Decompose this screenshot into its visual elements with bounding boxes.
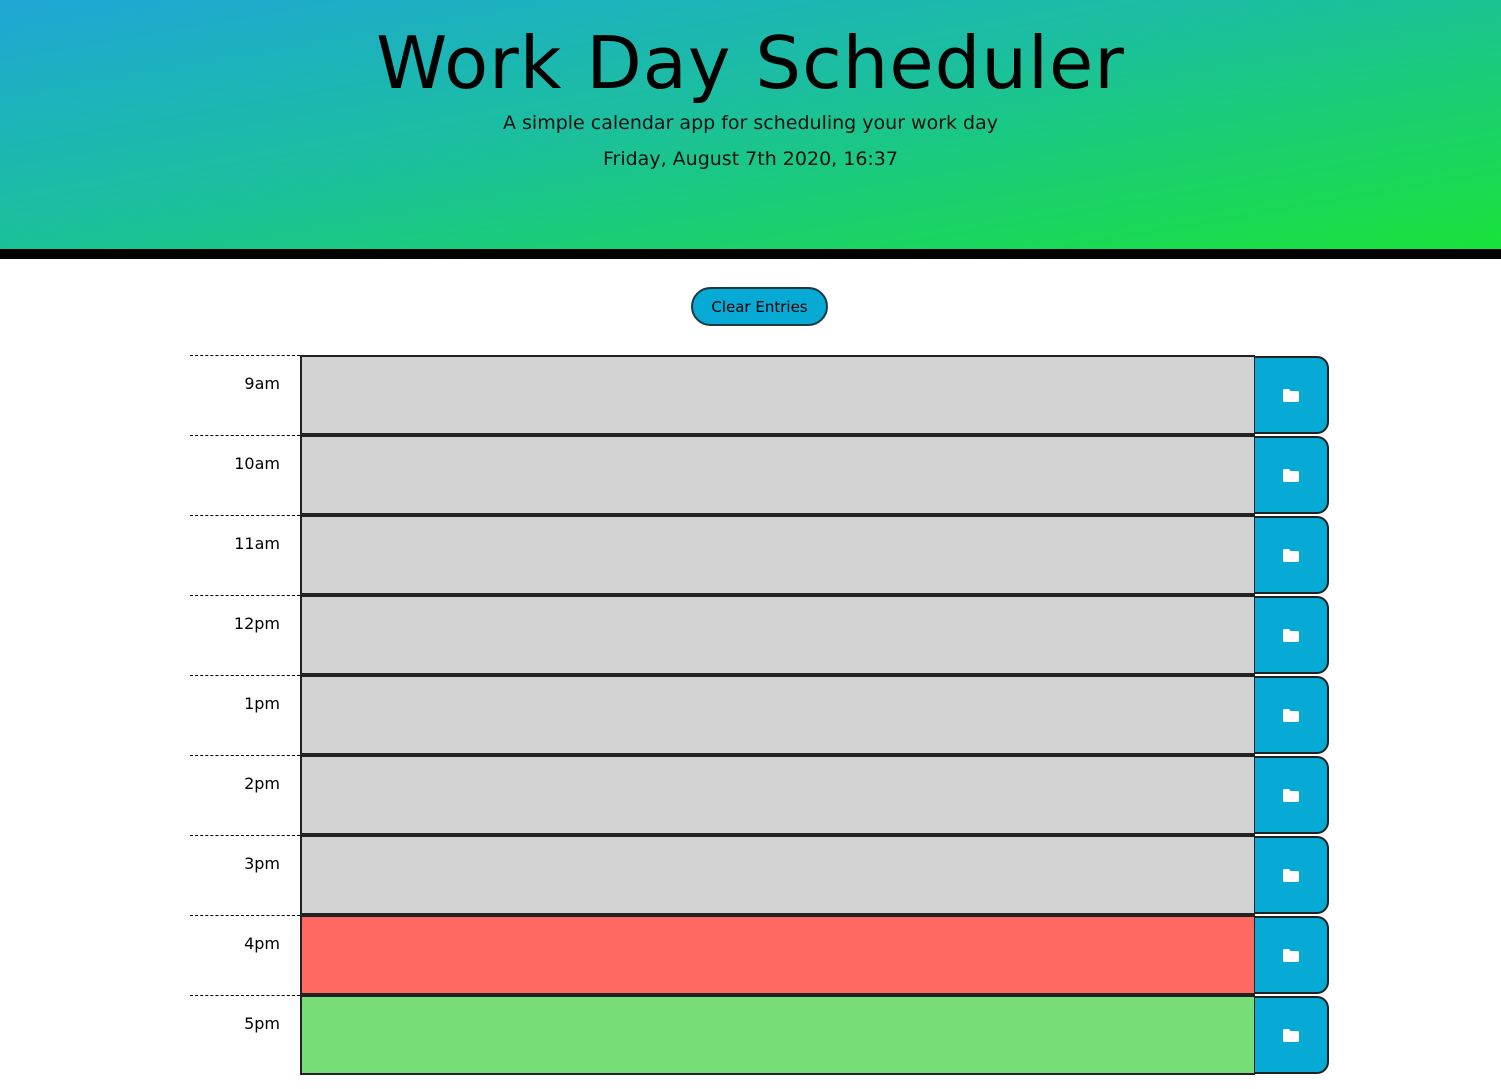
hour-label: 5pm xyxy=(190,995,300,1075)
hour-label: 2pm xyxy=(190,755,300,835)
save-button[interactable] xyxy=(1254,596,1329,674)
clear-entries-button[interactable]: Clear Entries xyxy=(691,287,828,326)
event-description-input[interactable] xyxy=(300,355,1255,435)
event-description-input[interactable] xyxy=(300,435,1255,515)
hour-label: 12pm xyxy=(190,595,300,675)
save-button[interactable] xyxy=(1254,436,1329,514)
folder-icon xyxy=(1283,948,1299,962)
time-block-row: 2pm xyxy=(190,755,1330,835)
time-block-row: 4pm xyxy=(190,915,1330,995)
time-block-row: 3pm xyxy=(190,835,1330,915)
hour-label: 1pm xyxy=(190,675,300,755)
event-description-input[interactable] xyxy=(300,675,1255,755)
folder-icon xyxy=(1283,788,1299,802)
jumbotron: Work Day Scheduler A simple calendar app… xyxy=(0,0,1501,249)
save-button[interactable] xyxy=(1254,756,1329,834)
hour-label: 10am xyxy=(190,435,300,515)
time-block-row: 10am xyxy=(190,435,1330,515)
folder-icon xyxy=(1283,1028,1299,1042)
save-button[interactable] xyxy=(1254,996,1329,1074)
event-description-input[interactable] xyxy=(300,595,1255,675)
save-button[interactable] xyxy=(1254,916,1329,994)
time-block-row: 5pm xyxy=(190,995,1330,1075)
folder-icon xyxy=(1283,468,1299,482)
time-block-list: 9am 10am 11am 12pm 1pm 2pm 3pm 4pm 5pm xyxy=(190,355,1330,1075)
save-button[interactable] xyxy=(1254,676,1329,754)
time-block-row: 1pm xyxy=(190,675,1330,755)
hour-label: 11am xyxy=(190,515,300,595)
folder-icon xyxy=(1283,708,1299,722)
current-day: Friday, August 7th 2020, 16:37 xyxy=(602,148,898,170)
header-divider xyxy=(0,249,1501,259)
hour-label: 3pm xyxy=(190,835,300,915)
folder-icon xyxy=(1283,628,1299,642)
time-block-row: 11am xyxy=(190,515,1330,595)
time-block-row: 12pm xyxy=(190,595,1330,675)
event-description-input[interactable] xyxy=(300,915,1255,995)
event-description-input[interactable] xyxy=(300,835,1255,915)
event-description-input[interactable] xyxy=(300,995,1255,1075)
hour-label: 4pm xyxy=(190,915,300,995)
hour-label: 9am xyxy=(190,355,300,435)
page-title: Work Day Scheduler xyxy=(376,21,1125,105)
folder-icon xyxy=(1283,868,1299,882)
time-block-row: 9am xyxy=(190,355,1330,435)
folder-icon xyxy=(1283,548,1299,562)
save-button[interactable] xyxy=(1254,836,1329,914)
save-button[interactable] xyxy=(1254,356,1329,434)
folder-icon xyxy=(1283,388,1299,402)
page-subtitle: A simple calendar app for scheduling you… xyxy=(502,112,999,134)
event-description-input[interactable] xyxy=(300,755,1255,835)
save-button[interactable] xyxy=(1254,516,1329,594)
event-description-input[interactable] xyxy=(300,515,1255,595)
